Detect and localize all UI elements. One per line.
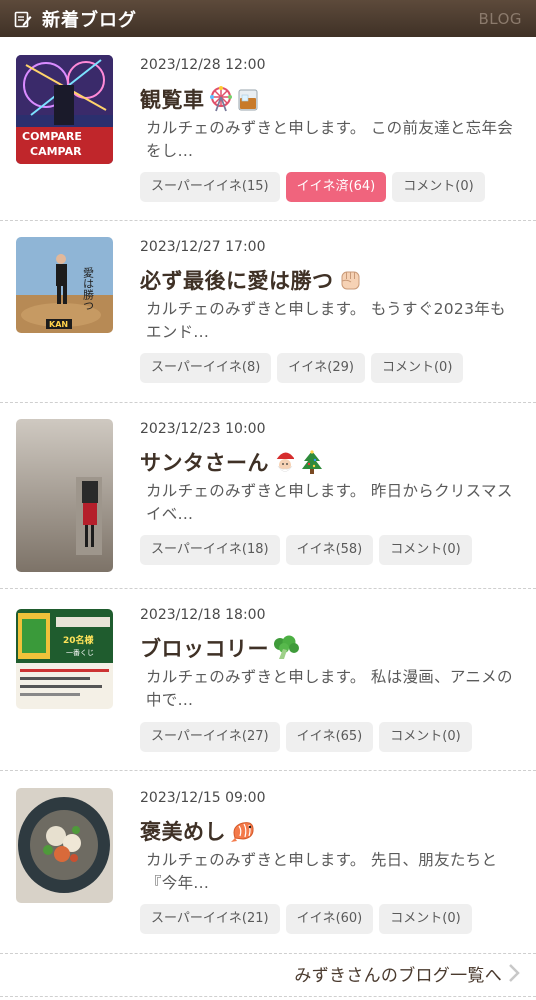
comment-button[interactable]: コメント(0) (370, 353, 464, 383)
entry-title-text: ブロッコリー (140, 637, 269, 661)
super-iine-button[interactable]: スーパーイイネ(15) (140, 172, 280, 202)
entry-title-text: 必ず最後に愛は勝つ (140, 269, 334, 293)
entry-title-text: 褒美めし (140, 820, 226, 844)
svg-text:20名様: 20名様 (63, 634, 95, 646)
iine-button[interactable]: イイネ(58) (285, 535, 374, 565)
entry-excerpt: カルチェのみずきと申します。 もうすぐ2023年もエンド... (146, 300, 506, 341)
super-iine-button[interactable]: スーパーイイネ(21) (140, 904, 280, 934)
comment-button[interactable]: コメント(0) (379, 722, 472, 752)
shrimp-icon (231, 822, 254, 842)
entry-title[interactable]: ブロッコリー (140, 633, 300, 663)
blog-entry[interactable]: 2023/12/15 09:00 褒美めし カルチェのみずきと申します。 先日、… (0, 771, 536, 954)
blog-entry[interactable]: 愛は勝つ KAN 2023/12/27 17:00 必ず最後に愛は勝つ カルチェ… (0, 221, 536, 403)
svg-text:一番くじ: 一番くじ (66, 649, 94, 657)
iine-button[interactable]: イイネ(65) (285, 722, 374, 752)
entry-title[interactable]: 観覧車 (140, 84, 260, 114)
blog-list-link[interactable]: みずきさんのブログ一覧へ (0, 955, 536, 991)
raised-fist-icon (341, 271, 359, 290)
santa-icon (275, 452, 295, 472)
entry-date: 2023/12/18 18:00 (140, 607, 266, 623)
page-title: 新着ブログ (42, 9, 137, 31)
blog-entry[interactable]: COMPARE CAMPAR 2023/12/28 12:00 観覧車 カルチェ… (0, 37, 536, 221)
entry-excerpt: カルチェのみずきと申します。 昨日からクリスマスイベ... (146, 482, 513, 523)
svg-text:CAMPAR: CAMPAR (30, 145, 82, 158)
blog-label[interactable]: BLOG (478, 10, 522, 28)
super-iine-button[interactable]: スーパーイイネ(18) (140, 535, 280, 565)
blog-entry[interactable]: 2023/12/23 10:00 サンタさーん カルチェのみずきと申します。 昨… (0, 403, 536, 589)
entry-thumbnail[interactable]: COMPARE CAMPAR (16, 55, 113, 164)
blog-entry[interactable]: 20名様 一番くじ 2023/12/18 18:00 ブロッコリー カルチェのみ… (0, 589, 536, 771)
entry-title[interactable]: サンタさーん (140, 447, 324, 477)
blog-list-link-label: みずきさんのブログ一覧へ (294, 965, 502, 986)
entry-title[interactable]: 必ず最後に愛は勝つ (140, 265, 363, 295)
header-bar: 新着ブログ BLOG (0, 0, 536, 37)
entry-excerpt: カルチェのみずきと申します。 この前友達と忘年会をし... (146, 119, 514, 160)
comment-button[interactable]: コメント(0) (379, 904, 472, 934)
comment-button[interactable]: コメント(0) (392, 172, 485, 202)
entry-thumbnail[interactable]: 愛は勝つ KAN (16, 237, 113, 333)
entry-title-text: 観覧車 (140, 88, 205, 112)
blog-edit-icon (14, 9, 34, 29)
entry-excerpt: カルチェのみずきと申します。 先日、朋友たちと 『今年... (146, 851, 498, 892)
broccoli-icon (274, 635, 299, 659)
svg-text:KAN: KAN (49, 320, 68, 329)
entry-date: 2023/12/15 09:00 (140, 790, 266, 806)
entry-thumbnail[interactable] (16, 419, 113, 572)
divider (0, 953, 536, 954)
entry-date: 2023/12/23 10:00 (140, 421, 266, 437)
entry-excerpt: カルチェのみずきと申します。 私は漫画、アニメの中で... (146, 668, 513, 709)
entry-thumbnail[interactable] (16, 788, 113, 903)
entry-thumbnail[interactable]: 20名様 一番くじ (16, 609, 113, 709)
iine-button[interactable]: イイネ(60) (285, 904, 374, 934)
entry-date: 2023/12/28 12:00 (140, 57, 266, 73)
svg-text:COMPARE: COMPARE (22, 130, 82, 143)
whisky-glass-icon (238, 89, 257, 111)
chevron-right-icon (508, 963, 520, 983)
christmas-tree-icon (302, 450, 322, 474)
svg-text:愛は勝つ: 愛は勝つ (82, 267, 95, 311)
entry-date: 2023/12/27 17:00 (140, 239, 266, 255)
super-iine-button[interactable]: スーパーイイネ(8) (140, 353, 272, 383)
iine-button[interactable]: イイネ(29) (277, 353, 365, 383)
divider (0, 996, 536, 997)
iine-button[interactable]: イイネ済(64) (285, 172, 387, 202)
ferris-wheel-icon (209, 86, 232, 112)
super-iine-button[interactable]: スーパーイイネ(27) (140, 722, 280, 752)
entry-title[interactable]: 褒美めし (140, 816, 257, 846)
comment-button[interactable]: コメント(0) (379, 535, 472, 565)
entry-title-text: サンタさーん (140, 451, 269, 475)
